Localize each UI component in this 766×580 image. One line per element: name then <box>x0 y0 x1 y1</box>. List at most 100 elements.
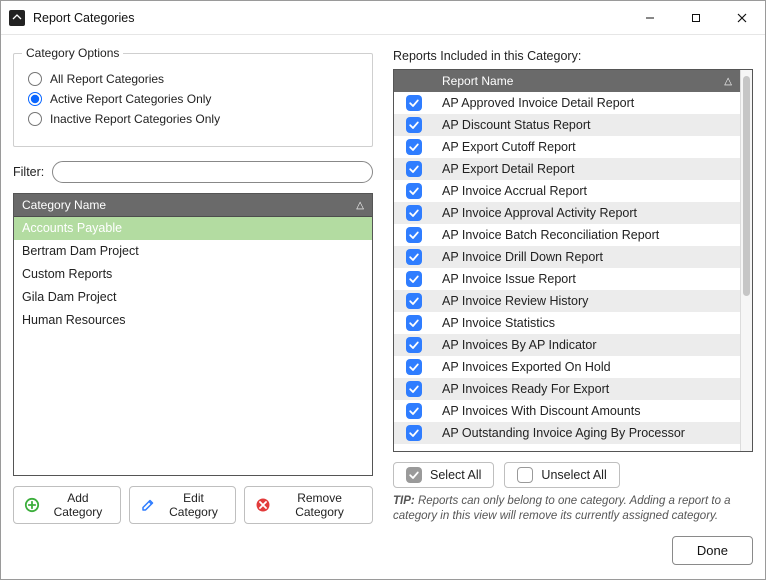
report-row[interactable]: AP Export Cutoff Report <box>394 136 740 158</box>
report-scroll: Report Name △ AP Approved Invoice Detail… <box>394 70 740 451</box>
report-row[interactable]: AP Outstanding Invoice Aging By Processo… <box>394 422 740 444</box>
report-checkbox[interactable] <box>406 403 422 419</box>
report-column-header-label: Report Name <box>442 74 513 88</box>
report-name: AP Invoice Batch Reconciliation Report <box>442 228 659 242</box>
report-checkbox[interactable] <box>406 293 422 309</box>
left-column: Category Options All Report Categories A… <box>13 47 373 524</box>
report-row[interactable]: AP Discount Status Report <box>394 114 740 136</box>
category-list-header[interactable]: Category Name △ <box>14 194 372 217</box>
sort-asc-icon: △ <box>356 200 364 211</box>
report-name: AP Invoice Approval Activity Report <box>442 206 637 220</box>
report-checkbox[interactable] <box>406 271 422 287</box>
report-checkbox[interactable] <box>406 205 422 221</box>
tip-text: TIP: Reports can only belong to one cate… <box>393 494 753 524</box>
report-name: AP Outstanding Invoice Aging By Processo… <box>442 426 685 440</box>
close-button[interactable] <box>719 2 765 34</box>
category-buttons: Add Category Edit Category Remove Catego… <box>13 486 373 524</box>
report-row[interactable]: AP Invoices With Discount Amounts <box>394 400 740 422</box>
report-name: AP Invoice Issue Report <box>442 272 576 286</box>
report-checkbox[interactable] <box>406 139 422 155</box>
report-checkbox[interactable] <box>406 227 422 243</box>
unselect-all-button[interactable]: Unselect All <box>504 462 619 488</box>
window: Report Categories Category Options <box>0 0 766 580</box>
report-name: AP Discount Status Report <box>442 118 590 132</box>
report-name: AP Invoices Exported On Hold <box>442 360 611 374</box>
content: Category Options All Report Categories A… <box>1 35 765 579</box>
report-name: AP Invoice Accrual Report <box>442 184 587 198</box>
report-checkbox[interactable] <box>406 425 422 441</box>
report-name: AP Approved Invoice Detail Report <box>442 96 634 110</box>
report-row[interactable]: AP Invoice Issue Report <box>394 268 740 290</box>
report-checkbox[interactable] <box>406 117 422 133</box>
edit-category-button[interactable]: Edit Category <box>129 486 236 524</box>
report-name: AP Invoices With Discount Amounts <box>442 404 640 418</box>
report-row[interactable]: AP Invoices By AP Indicator <box>394 334 740 356</box>
category-options-title: Category Options <box>22 46 123 60</box>
scrollbar-thumb[interactable] <box>743 76 750 296</box>
select-all-button[interactable]: Select All <box>393 462 494 488</box>
minimize-button[interactable] <box>627 2 673 34</box>
category-rows: Accounts PayableBertram Dam ProjectCusto… <box>14 217 372 475</box>
reports-included-label: Reports Included in this Category: <box>393 49 753 63</box>
remove-icon <box>255 497 271 513</box>
report-checkbox[interactable] <box>406 359 422 375</box>
window-controls <box>627 2 765 34</box>
radio-active-categories-input[interactable] <box>28 92 42 106</box>
radio-inactive-categories-label: Inactive Report Categories Only <box>50 112 220 126</box>
report-column-header[interactable]: Report Name △ <box>394 70 740 92</box>
right-column: Reports Included in this Category: Repor… <box>393 47 753 524</box>
category-row[interactable]: Gila Dam Project <box>14 286 372 309</box>
report-row[interactable]: AP Invoice Batch Reconciliation Report <box>394 224 740 246</box>
pencil-icon <box>140 497 156 513</box>
report-row[interactable]: AP Invoice Accrual Report <box>394 180 740 202</box>
footer: Done <box>13 536 753 565</box>
report-row[interactable]: AP Invoice Drill Down Report <box>394 246 740 268</box>
category-row[interactable]: Bertram Dam Project <box>14 240 372 263</box>
maximize-button[interactable] <box>673 2 719 34</box>
report-checkbox[interactable] <box>406 315 422 331</box>
category-row[interactable]: Accounts Payable <box>14 217 372 240</box>
filter-row: Filter: <box>13 161 373 183</box>
report-panel: Report Name △ AP Approved Invoice Detail… <box>393 69 753 452</box>
report-checkbox[interactable] <box>406 183 422 199</box>
report-checkbox[interactable] <box>406 337 422 353</box>
report-name: AP Export Detail Report <box>442 162 574 176</box>
radio-active-categories-label: Active Report Categories Only <box>50 92 211 106</box>
radio-inactive-categories-input[interactable] <box>28 112 42 126</box>
report-name: AP Export Cutoff Report <box>442 140 576 154</box>
report-row[interactable]: AP Invoice Statistics <box>394 312 740 334</box>
report-row[interactable]: AP Invoice Approval Activity Report <box>394 202 740 224</box>
report-row[interactable]: AP Approved Invoice Detail Report <box>394 92 740 114</box>
category-row[interactable]: Custom Reports <box>14 263 372 286</box>
radio-all-categories[interactable]: All Report Categories <box>28 72 358 86</box>
empty-box-icon <box>517 467 533 483</box>
report-row[interactable]: AP Export Detail Report <box>394 158 740 180</box>
report-checkbox[interactable] <box>406 161 422 177</box>
edit-category-label: Edit Category <box>162 491 225 519</box>
remove-category-button[interactable]: Remove Category <box>244 486 373 524</box>
filter-input[interactable] <box>52 161 373 183</box>
remove-category-label: Remove Category <box>277 491 362 519</box>
report-checkbox[interactable] <box>406 95 422 111</box>
checked-box-icon <box>406 467 422 483</box>
radio-active-categories[interactable]: Active Report Categories Only <box>28 92 358 106</box>
report-row[interactable]: AP Invoices Exported On Hold <box>394 356 740 378</box>
category-row[interactable]: Human Resources <box>14 309 372 332</box>
filter-label: Filter: <box>13 165 44 179</box>
done-button[interactable]: Done <box>672 536 753 565</box>
unselect-all-label: Unselect All <box>541 468 606 482</box>
radio-inactive-categories[interactable]: Inactive Report Categories Only <box>28 112 358 126</box>
report-row[interactable]: AP Invoice Review History <box>394 290 740 312</box>
add-category-button[interactable]: Add Category <box>13 486 121 524</box>
report-name: AP Invoices By AP Indicator <box>442 338 597 352</box>
radio-all-categories-input[interactable] <box>28 72 42 86</box>
category-list-header-label: Category Name <box>22 198 106 212</box>
category-options-group: Category Options All Report Categories A… <box>13 53 373 147</box>
report-name: AP Invoices Ready For Export <box>442 382 609 396</box>
report-checkbox[interactable] <box>406 249 422 265</box>
report-row[interactable]: AP Invoices Ready For Export <box>394 378 740 400</box>
select-buttons: Select All Unselect All <box>393 462 753 488</box>
vertical-scrollbar[interactable] <box>740 70 752 451</box>
sort-asc-icon: △ <box>724 76 732 87</box>
report-checkbox[interactable] <box>406 381 422 397</box>
